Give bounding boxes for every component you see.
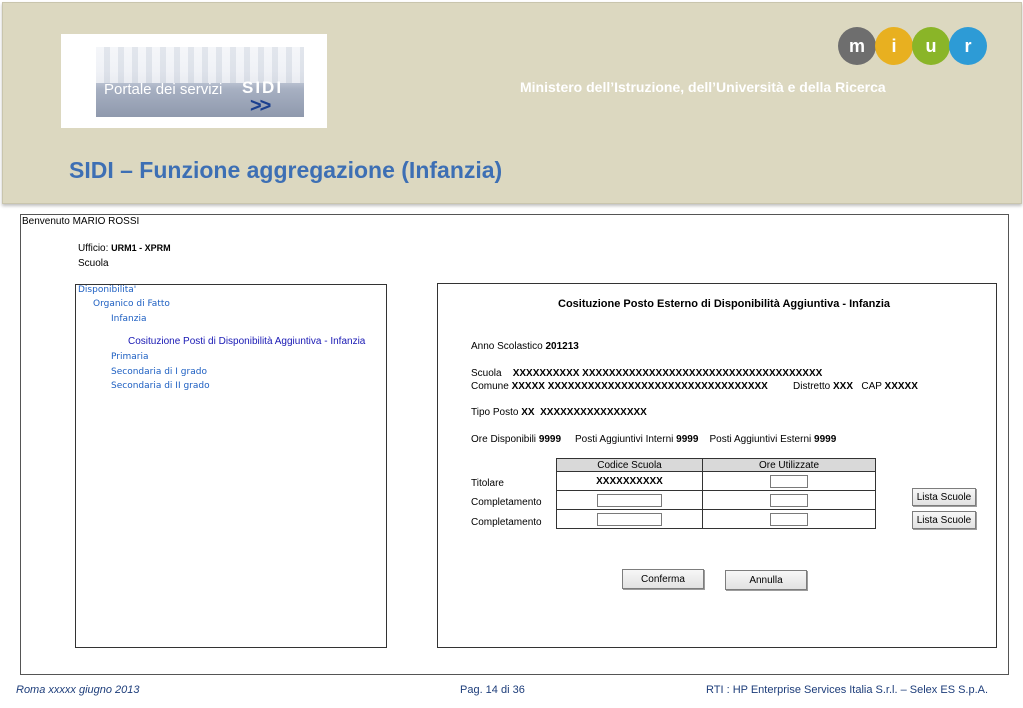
row-label-completamento-2: Completamento	[471, 517, 542, 528]
portal-logo-text: Portale dei servizi	[104, 81, 223, 98]
tree-item-infanzia[interactable]: Infanzia	[111, 314, 147, 324]
anno-scolastico-line: Anno Scolastico 201213	[471, 341, 579, 352]
completamento-1-codice-input[interactable]	[597, 493, 662, 507]
ministry-name: Ministero dell’Istruzione, dell’Universi…	[520, 79, 886, 95]
distretto-line: Distretto XXX CAP XXXXX	[793, 381, 918, 392]
tipo-posto-code: XX	[521, 407, 535, 418]
completamento-2-ore-cell	[702, 509, 876, 529]
table-row: XXXXXXXXXX	[556, 471, 876, 491]
anno-value: 201213	[545, 341, 579, 352]
completamento-2-codice-input[interactable]	[597, 512, 662, 526]
ufficio-value: URM1 - XPRM	[111, 243, 171, 253]
anno-label: Anno Scolastico	[471, 341, 543, 352]
footer-company: RTI : HP Enterprise Services Italia S.r.…	[706, 684, 989, 696]
portal-logo: Portale dei servizi SIDI >>	[96, 47, 304, 117]
ore-disponibili-label: Ore Disponibili	[471, 434, 537, 445]
table-header-row: Codice Scuola Ore Utilizzate	[556, 458, 876, 472]
distretto-label: Distretto	[793, 381, 831, 392]
column-header-ore-utilizzate: Ore Utilizzate	[702, 458, 876, 472]
conferma-button[interactable]: Conferma	[622, 569, 704, 589]
ore-disponibili-value: 9999	[538, 434, 562, 445]
ufficio-label: Ufficio:	[78, 243, 109, 254]
miur-letter-i: i	[875, 27, 913, 65]
tree-item-secondaria-i-grado[interactable]: Secondaria di I grado	[111, 367, 207, 377]
miur-letter-u: u	[912, 27, 950, 65]
posti-esterni-label: Posti Aggiuntivi Esterni	[709, 434, 812, 445]
scuola-label: Scuola	[78, 258, 109, 269]
form-title: Cosituzione Posto Esterno di Disponibili…	[558, 298, 891, 310]
navigation-tree: Disponibilita' Organico di Fatto Infanzi…	[75, 284, 387, 648]
completamento-1-codice-cell	[556, 490, 703, 510]
posti-interni-value: 9999	[676, 434, 699, 445]
completamento-2-ore-input[interactable]	[770, 512, 808, 526]
cap-label: CAP	[861, 381, 882, 392]
tipo-posto-label: Tipo Posto	[471, 407, 519, 418]
footer-page-number: Pag. 14 di 36	[460, 684, 525, 696]
annulla-button[interactable]: Annulla	[725, 570, 807, 590]
tipo-posto-value: XXXXXXXXXXXXXXXX	[540, 407, 647, 418]
comune-value: XXXXX XXXXXXXXXXXXXXXXXXXXXXXXXXXXXXXXX	[511, 381, 768, 392]
miur-logo: m i u r	[834, 0, 994, 70]
miur-letter-m: m	[838, 27, 876, 65]
scuole-table: Codice Scuola Ore Utilizzate XXXXXXXXXX	[556, 458, 876, 529]
tree-item-secondaria-ii-grado[interactable]: Secondaria di II grado	[111, 381, 210, 391]
column-header-codice-scuola: Codice Scuola	[556, 458, 703, 472]
completamento-1-ore-input[interactable]	[770, 493, 808, 507]
footer-date: Roma xxxxx giugno 2013	[16, 684, 140, 696]
scuola-field-label: Scuola	[471, 368, 502, 379]
scuola-field-value: XXXXXXXXXX XXXXXXXXXXXXXXXXXXXXXXXXXXXXX…	[512, 368, 823, 379]
tipo-posto-line: Tipo Posto XX XXXXXXXXXXXXXXXX	[471, 407, 647, 418]
table-row	[556, 509, 876, 529]
posti-esterni-value: 9999	[814, 434, 837, 445]
table-row	[556, 490, 876, 510]
ufficio-line: Ufficio: URM1 - XPRM	[78, 243, 171, 254]
titolare-codice-scuola: XXXXXXXXXX	[556, 471, 703, 491]
comune-label: Comune	[471, 381, 509, 392]
tree-item-organico-di-fatto[interactable]: Organico di Fatto	[93, 299, 170, 309]
distretto-value: XXX	[833, 381, 854, 392]
tree-item-costituzione-posti[interactable]: Cosituzione Posti di Disponibilità Aggiu…	[128, 336, 365, 347]
row-label-completamento-1: Completamento	[471, 497, 542, 508]
titolare-ore-cell	[702, 471, 876, 491]
row-label-titolare: Titolare	[471, 478, 504, 489]
scuola-line: Scuola XXXXXXXXXX XXXXXXXXXXXXXXXXXXXXXX…	[471, 368, 822, 379]
completamento-2-codice-cell	[556, 509, 703, 529]
cap-value: XXXXX	[884, 381, 918, 392]
welcome-text: Benvenuto MARIO ROSSI	[22, 216, 140, 227]
tree-item-disponibilita[interactable]: Disponibilita'	[78, 285, 136, 295]
lista-scuole-button-1[interactable]: Lista Scuole	[912, 488, 976, 506]
comune-line: Comune XXXXX XXXXXXXXXXXXXXXXXXXXXXXXXXX…	[471, 381, 768, 392]
miur-letter-r: r	[949, 27, 987, 65]
tree-item-primaria[interactable]: Primaria	[111, 352, 148, 362]
titolare-ore-input[interactable]	[770, 474, 808, 488]
posti-interni-label: Posti Aggiuntivi Interni	[574, 434, 674, 445]
titolare-codice-value: XXXXXXXXXX	[596, 475, 663, 487]
page-title: SIDI – Funzione aggregazione (Infanzia)	[69, 157, 503, 183]
portal-logo-arrows: >>	[250, 95, 271, 117]
ore-posti-line: Ore Disponibili 9999 Posti Aggiuntivi In…	[471, 434, 836, 445]
lista-scuole-button-2[interactable]: Lista Scuole	[912, 511, 976, 529]
completamento-1-ore-cell	[702, 490, 876, 510]
